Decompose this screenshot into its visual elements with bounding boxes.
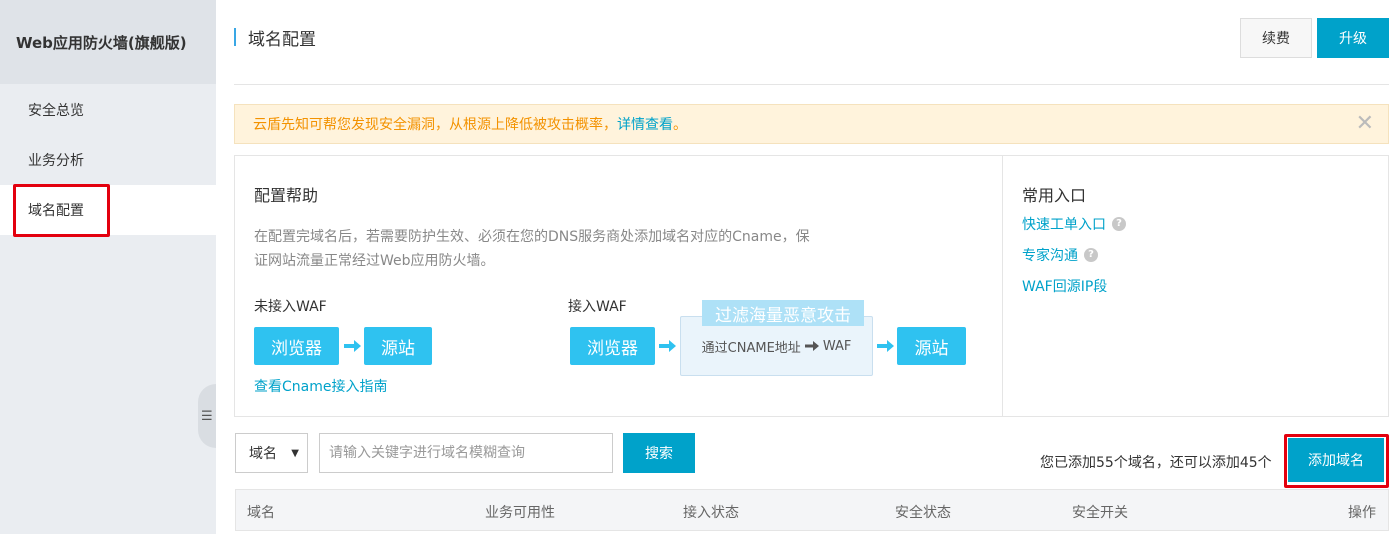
search-input[interactable] [319,433,613,473]
upgrade-button[interactable]: 升级 [1317,18,1389,58]
collapse-icon: ☰ [201,408,213,424]
select-value: 域名 [249,446,277,462]
title-accent-bar [234,28,236,46]
entry-waf-ip-label[interactable]: WAF回源IP段 [1022,276,1107,296]
notice-detail-link[interactable]: 详情查看 [617,114,673,134]
search-button[interactable]: 搜索 [623,433,695,473]
header-divider [234,84,1389,85]
panel-divider [1002,156,1003,416]
add-domain-button[interactable]: 添加域名 [1288,438,1384,482]
notice-banner: 云盾先知可帮您发现安全漏洞，从根源上降低被攻击概率， 详情查看。 ✕ [234,104,1389,144]
table-header: 域名 业务可用性 接入状态 安全状态 安全开关 操作 [235,489,1389,531]
help-title: 配置帮助 [254,186,319,205]
help-desc-line-1: 在配置完域名后，若需要防护生效、必须在您的DNS服务商处添加域名对应的Cname… [254,229,810,245]
without-waf-label: 未接入WAF [254,299,327,315]
column-header-availability: 业务可用性 [485,505,555,521]
sidebar-item-overview[interactable]: 安全总览 [0,85,216,135]
entry-ticket-label[interactable]: 快速工单入口 [1022,214,1106,234]
flow-browser-box: 浏览器 [254,327,339,365]
filter-attack-tag: 过滤海量恶意攻击 [702,300,864,326]
column-header-domain: 域名 [247,505,275,521]
notice-suffix: 。 [673,117,687,133]
entry-expert-link[interactable]: 专家沟通 ? [1022,245,1098,265]
sidebar-collapse-handle[interactable]: ☰ [198,384,216,448]
help-description: 在配置完域名后，若需要防护生效、必须在您的DNS服务商处添加域名对应的Cname… [254,225,854,273]
flow-origin-box-waf: 源站 [897,327,966,365]
help-icon[interactable]: ? [1084,248,1098,262]
flow-browser-box-waf: 浏览器 [570,327,655,365]
entries-title: 常用入口 [1022,186,1087,205]
caret-down-icon: ▼ [291,448,299,459]
arrow-right-icon [804,341,819,351]
page-title: 域名配置 [234,26,316,50]
column-header-access-status: 接入状态 [683,505,739,521]
arrow-right-icon [659,340,676,352]
flow-origin-box: 源站 [364,327,432,365]
cname-prefix: 通过CNAME地址 [701,340,801,356]
entry-waf-ip-link[interactable]: WAF回源IP段 [1022,276,1107,296]
close-icon[interactable]: ✕ [1356,113,1374,135]
arrow-right-icon [344,340,361,352]
help-icon[interactable]: ? [1112,217,1126,231]
page-title-text: 域名配置 [248,29,316,50]
column-header-security-switch: 安全开关 [1072,505,1128,521]
help-desc-line-2: 证网站流量正常经过Web应用防火墙。 [254,253,495,269]
sidebar-item-analysis[interactable]: 业务分析 [0,135,216,185]
notice-text: 云盾先知可帮您发现安全漏洞，从根源上降低被攻击概率， [253,117,617,133]
arrow-right-icon [877,340,894,352]
renew-button[interactable]: 续费 [1240,18,1312,58]
with-waf-label: 接入WAF [568,299,627,315]
column-header-actions: 操作 [1348,505,1376,521]
help-panel: 配置帮助 在配置完域名后，若需要防护生效、必须在您的DNS服务商处添加域名对应的… [234,155,1389,417]
search-field-select[interactable]: 域名 ▼ [235,433,308,473]
sidebar: Web应用防火墙(旗舰版) 安全总览 业务分析 域名配置 ☰ [0,0,216,534]
cname-suffix: WAF [822,338,852,354]
column-header-security-status: 安全状态 [895,505,951,521]
entry-ticket-link[interactable]: 快速工单入口 ? [1022,214,1126,234]
cname-guide-link[interactable]: 查看Cname接入指南 [254,376,387,396]
sidebar-item-domain-config[interactable]: 域名配置 [0,185,216,235]
domain-count-text: 您已添加55个域名，还可以添加45个 [1040,455,1272,471]
product-title: Web应用防火墙(旗舰版) [0,0,216,84]
entry-expert-label[interactable]: 专家沟通 [1022,245,1078,265]
